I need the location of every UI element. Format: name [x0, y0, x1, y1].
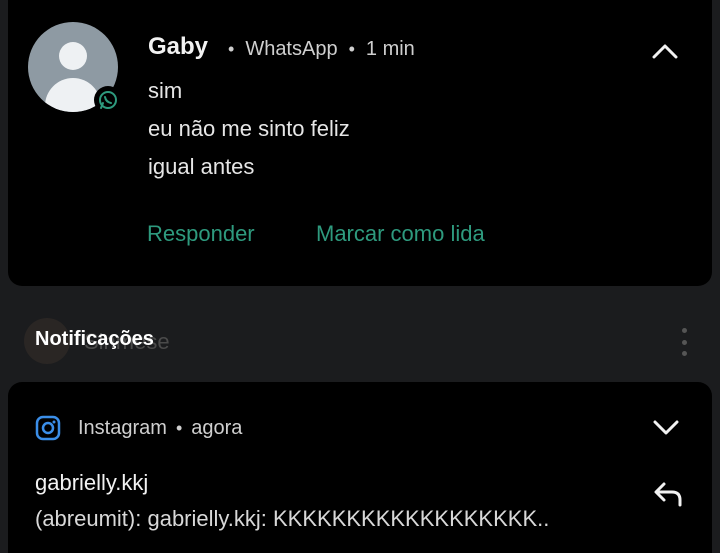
- app-name: WhatsApp: [245, 38, 338, 60]
- message-line: igual antes: [148, 154, 255, 179]
- instagram-notification[interactable]: Instagram • agora gabrielly.kkj (abreumi…: [8, 382, 712, 553]
- mark-as-read-button[interactable]: Marcar como lida: [316, 221, 485, 247]
- instagram-icon: [35, 415, 61, 441]
- whatsapp-badge-icon: [94, 86, 122, 114]
- timestamp: 1 min: [365, 38, 415, 60]
- chevron-up-icon[interactable]: [650, 36, 680, 66]
- notification-title: gabrielly.kkj: [35, 470, 149, 495]
- notification-body: (abreumit): gabrielly.kkj: KKKKKKKKKKKKK…: [35, 506, 550, 531]
- whatsapp-notification[interactable]: Gaby • WhatsApp • 1 min sim eu não me si…: [8, 0, 712, 286]
- app-name: Instagram: [78, 417, 167, 439]
- chevron-down-icon[interactable]: [651, 412, 681, 442]
- reply-button[interactable]: Responder: [147, 221, 255, 247]
- timestamp: agora: [191, 417, 243, 439]
- section-title: Notificações: [35, 328, 154, 350]
- message-line: sim: [148, 78, 183, 103]
- separator-dot: •: [348, 39, 355, 59]
- reply-icon[interactable]: [652, 480, 684, 508]
- sender-name: Gaby: [148, 33, 209, 60]
- separator-dot: •: [175, 418, 183, 438]
- separator-dot: •: [228, 39, 235, 59]
- notifications-section-header: Sinmese Notificações: [24, 318, 696, 364]
- more-vert-icon[interactable]: [680, 328, 688, 356]
- message-line: eu não me sinto feliz: [148, 116, 350, 141]
